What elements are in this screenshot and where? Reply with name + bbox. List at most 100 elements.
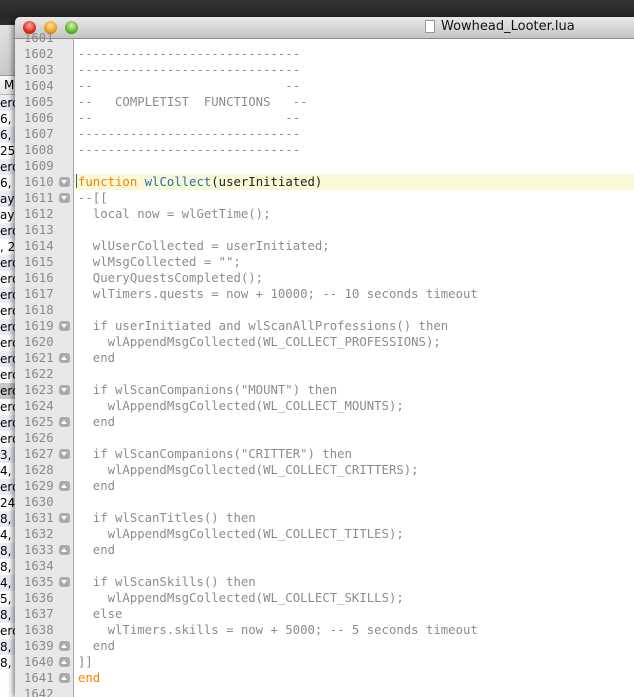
code-token-comment: -- --	[78, 79, 301, 93]
editor-window: Wowhead_Looter.lua 1601 1602 1603 1604 1605 1…	[15, 17, 634, 697]
code-token-comment: wlMsgCollected = "";	[78, 255, 241, 269]
code-token-kw: function	[78, 175, 138, 189]
code-line[interactable]: wlAppendMsgCollected(WL_COLLECT_CRITTERS…	[74, 462, 634, 478]
code-line[interactable]	[74, 158, 634, 174]
fold-end-icon[interactable]	[59, 353, 70, 363]
fold-end-icon[interactable]	[59, 641, 70, 651]
code-line[interactable]: wlAppendMsgCollected(WL_COLLECT_PROFESSI…	[74, 334, 634, 350]
line-number: 1635	[15, 574, 73, 590]
code-line[interactable]: wlAppendMsgCollected(WL_COLLECT_MOUNTS);	[74, 398, 634, 414]
line-number-text: 1620	[24, 335, 54, 349]
code-line[interactable]: ------------------------------	[74, 62, 634, 78]
line-number-text: 1629	[24, 479, 54, 493]
fold-end-icon[interactable]	[59, 417, 70, 427]
code-line[interactable]: if wlScanCompanions("CRITTER") then	[74, 446, 634, 462]
code-line[interactable]: ------------------------------	[74, 142, 634, 158]
line-number-text: 1610	[24, 175, 54, 189]
code-line[interactable]	[74, 30, 634, 46]
line-number-text: 1637	[24, 607, 54, 621]
code-line[interactable]: if userInitiated and wlScanAllProfession…	[74, 318, 634, 334]
fold-start-icon[interactable]	[59, 321, 70, 331]
code-line[interactable]: end	[74, 542, 634, 558]
line-number-text: 1622	[24, 367, 54, 381]
code-line[interactable]: if wlScanSkills() then	[74, 574, 634, 590]
code-area[interactable]: ------------------------------ ----------…	[74, 39, 634, 697]
line-number: 1608	[15, 142, 73, 158]
line-number: 1628	[15, 462, 73, 478]
fold-end-icon[interactable]	[59, 545, 70, 555]
code-line[interactable]: ------------------------------	[74, 126, 634, 142]
code-line[interactable]: -- COMPLETIST FUNCTIONS --	[74, 94, 634, 110]
code-line[interactable]: --[[	[74, 190, 634, 206]
fold-end-icon[interactable]	[59, 673, 70, 683]
code-line[interactable]	[74, 302, 634, 318]
code-line[interactable]: end	[74, 670, 634, 686]
code-line[interactable]	[74, 686, 634, 697]
line-number-text: 1603	[24, 63, 54, 77]
fold-start-icon[interactable]	[59, 385, 70, 395]
code-line[interactable]: end	[74, 350, 634, 366]
code-line[interactable]: -- --	[74, 78, 634, 94]
line-number-text: 1642	[24, 687, 54, 697]
code-line[interactable]: ]]	[74, 654, 634, 670]
line-number: 1601	[15, 30, 73, 46]
line-number: 1609	[15, 158, 73, 174]
code-line[interactable]: QueryQuestsCompleted();	[74, 270, 634, 286]
code-line[interactable]: end	[74, 414, 634, 430]
line-number: 1604	[15, 78, 73, 94]
fold-start-icon[interactable]	[59, 449, 70, 459]
code-token-comment: ]]	[78, 655, 93, 669]
fold-start-icon[interactable]	[59, 577, 70, 587]
code-token-comment: wlTimers.quests = now + 10000; -- 10 sec…	[78, 287, 478, 301]
line-number-text: 1632	[24, 527, 54, 541]
code-token-fn: wlCollect	[144, 175, 212, 189]
line-number-text: 1618	[24, 303, 54, 317]
code-line[interactable]: end	[74, 478, 634, 494]
code-token-comment: local now = wlGetTime();	[78, 207, 271, 221]
code-line[interactable]: if wlScanCompanions("MOUNT") then	[74, 382, 634, 398]
code-line[interactable]: wlTimers.quests = now + 10000; -- 10 sec…	[74, 286, 634, 302]
code-line[interactable]: local now = wlGetTime();	[74, 206, 634, 222]
fold-end-icon[interactable]	[59, 481, 70, 491]
line-number: 1640	[15, 654, 73, 670]
fold-start-icon[interactable]	[59, 177, 70, 187]
line-number: 1631	[15, 510, 73, 526]
code-line[interactable]: function wlCollect(userInitiated)	[74, 174, 634, 190]
code-line[interactable]: else	[74, 606, 634, 622]
code-token-comment: ------------------------------	[78, 143, 301, 157]
code-line[interactable]: -- --	[74, 110, 634, 126]
code-line[interactable]	[74, 494, 634, 510]
fold-start-icon[interactable]	[59, 513, 70, 523]
code-line[interactable]: wlAppendMsgCollected(WL_COLLECT_SKILLS);	[74, 590, 634, 606]
code-line[interactable]	[74, 430, 634, 446]
line-number-text: 1623	[24, 383, 54, 397]
line-number: 1607	[15, 126, 73, 142]
code-token-comment: -- --	[78, 111, 301, 125]
code-line[interactable]: end	[74, 638, 634, 654]
code-token-comment: wlAppendMsgCollected(WL_COLLECT_CRITTERS…	[78, 463, 419, 477]
line-number: 1618	[15, 302, 73, 318]
line-number-text: 1633	[24, 543, 54, 557]
code-line[interactable]: wlMsgCollected = "";	[74, 254, 634, 270]
code-editor[interactable]: 1601 1602 1603 1604 1605 1606 1607 1608 1609 1610…	[15, 31, 634, 697]
line-number: 1605	[15, 94, 73, 110]
line-number-text: 1636	[24, 591, 54, 605]
code-line[interactable]	[74, 366, 634, 382]
fold-start-icon[interactable]	[59, 193, 70, 203]
code-token-comment: end	[78, 415, 116, 429]
line-number-text: 1611	[24, 191, 54, 205]
code-line[interactable]: ------------------------------	[74, 46, 634, 62]
fold-end-icon[interactable]	[59, 657, 70, 667]
code-line[interactable]: wlTimers.skills = now + 5000; -- 5 secon…	[74, 622, 634, 638]
line-number: 1624	[15, 398, 73, 414]
code-line[interactable]	[74, 558, 634, 574]
code-line[interactable]: wlUserCollected = userInitiated;	[74, 238, 634, 254]
line-number: 1634	[15, 558, 73, 574]
code-line[interactable]: wlAppendMsgCollected(WL_COLLECT_TITLES);	[74, 526, 634, 542]
line-number: 1620	[15, 334, 73, 350]
code-line[interactable]	[74, 222, 634, 238]
line-number: 1627	[15, 446, 73, 462]
line-number: 1622	[15, 366, 73, 382]
code-line[interactable]: if wlScanTitles() then	[74, 510, 634, 526]
line-number-text: 1606	[24, 111, 54, 125]
